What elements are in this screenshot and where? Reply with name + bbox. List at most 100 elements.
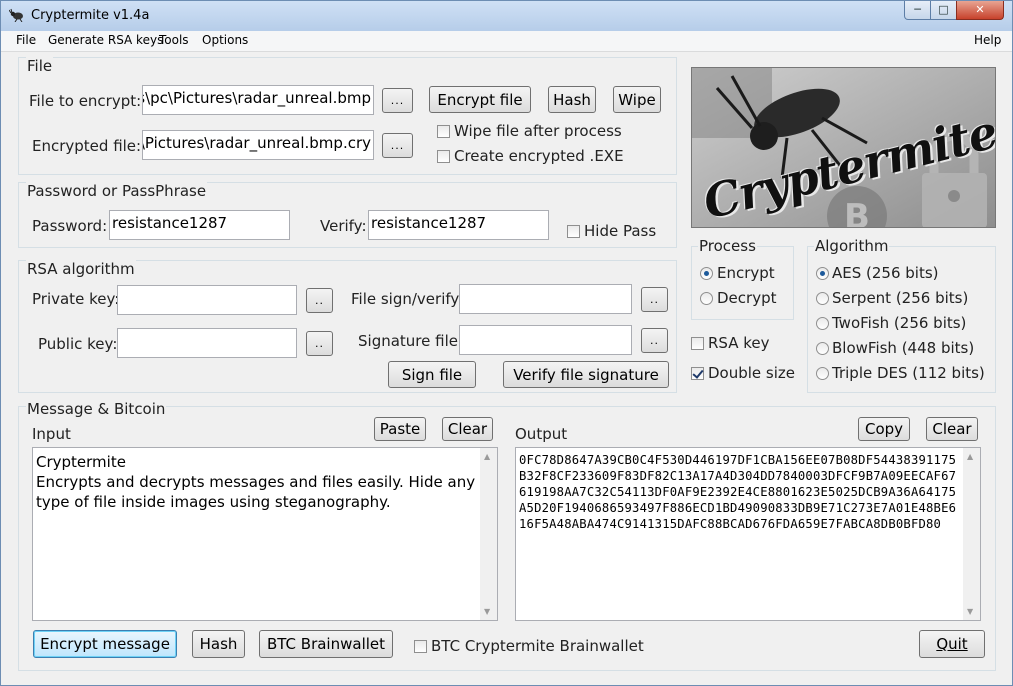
create-exe-label: Create encrypted .EXE <box>454 147 624 165</box>
menu-generate-rsa-keys[interactable]: Generate RSA keys <box>48 33 163 47</box>
password-label: Password: <box>32 217 108 235</box>
output-label: Output <box>515 425 568 443</box>
encrypted-file-label: Encrypted file: <box>32 137 142 155</box>
btc-brainwallet-button[interactable]: BTC Brainwallet <box>259 630 393 658</box>
input-clear-button[interactable]: Clear <box>442 417 493 441</box>
create-exe-checkbox[interactable] <box>437 150 450 163</box>
browse-signature-button[interactable]: .. <box>641 328 668 353</box>
public-key-label: Public key: <box>38 335 118 353</box>
maximize-icon: □ <box>938 3 949 16</box>
hide-pass-label: Hide Pass <box>584 222 657 240</box>
copy-button[interactable]: Copy <box>858 417 910 441</box>
btc-cryptermite-label: BTC Cryptermite Brainwallet <box>431 637 644 655</box>
public-key-input[interactable] <box>117 328 297 358</box>
rsa-key-checkbox[interactable] <box>691 337 704 350</box>
file-sign-label: File sign/verify: <box>351 290 464 308</box>
scroll-up-icon[interactable]: ▲ <box>967 452 973 461</box>
algo-serpent-label: Serpent (256 bits) <box>832 289 969 307</box>
maximize-button[interactable]: □ <box>930 1 957 20</box>
minimize-icon: ─ <box>914 3 921 16</box>
algo-tripledes-radio[interactable] <box>816 367 829 380</box>
browse-public-key-button[interactable]: .. <box>306 331 333 356</box>
output-clear-button[interactable]: Clear <box>926 417 978 441</box>
scroll-up-icon[interactable]: ▲ <box>484 452 490 461</box>
algo-blowfish-label: BlowFish (448 bits) <box>832 339 975 357</box>
browse-encrypted-button[interactable]: ... <box>382 133 413 158</box>
title-bar[interactable]: Cryptermite v1.4a ─ □ ✕ <box>1 1 1012 31</box>
signature-file-input[interactable] <box>459 325 632 355</box>
verify-signature-button[interactable]: Verify file signature <box>503 361 669 388</box>
browse-private-key-label: .. <box>315 294 324 307</box>
algo-twofish-label: TwoFish (256 bits) <box>832 314 967 332</box>
algo-aes-radio[interactable] <box>816 267 829 280</box>
scroll-down-icon[interactable]: ▼ <box>484 607 490 616</box>
menu-bar: File Generate RSA keys Tools Options Hel… <box>1 31 1012 52</box>
wipe-after-checkbox[interactable] <box>437 125 450 138</box>
wipe-button[interactable]: Wipe <box>613 86 661 113</box>
algorithm-group-title: Algorithm <box>814 237 890 255</box>
menu-help[interactable]: Help <box>974 33 1001 47</box>
rsa-group-title: RSA algorithm <box>26 260 136 278</box>
paste-button[interactable]: Paste <box>374 417 426 441</box>
main-window: Cryptermite v1.4a ─ □ ✕ File Generate RS… <box>0 0 1013 686</box>
sign-file-button[interactable]: Sign file <box>388 361 476 388</box>
quit-button[interactable]: Quit <box>919 630 985 658</box>
process-group-title: Process <box>698 237 757 255</box>
browse-file-label: ... <box>390 94 405 107</box>
algo-blowfish-radio[interactable] <box>816 342 829 355</box>
scroll-down-icon[interactable]: ▼ <box>967 607 973 616</box>
btc-cryptermite-checkbox[interactable] <box>414 640 427 653</box>
signature-file-label: Signature file: <box>358 332 464 350</box>
minimize-button[interactable]: ─ <box>904 1 931 20</box>
double-size-label: Double size <box>708 364 796 382</box>
file-to-encrypt-label: File to encrypt: <box>29 92 142 110</box>
password-input[interactable]: resistance1287 <box>109 210 290 240</box>
output-text: 0FC78D8647A39CB0C4F530D446197DF1CBA156EE… <box>519 453 957 531</box>
process-encrypt-label: Encrypt <box>717 264 775 282</box>
termite-app-icon <box>9 8 23 22</box>
process-decrypt-label: Decrypt <box>717 289 777 307</box>
private-key-input[interactable] <box>117 285 297 315</box>
double-size-checkbox[interactable] <box>691 367 704 380</box>
algo-serpent-radio[interactable] <box>816 292 829 305</box>
browse-encrypted-label: ... <box>390 139 405 152</box>
browse-file-button[interactable]: ... <box>382 88 413 113</box>
encrypt-message-button[interactable]: Encrypt message <box>33 630 177 658</box>
verify-input[interactable]: resistance1287 <box>368 210 549 240</box>
algo-twofish-radio[interactable] <box>816 317 829 330</box>
browse-private-key-button[interactable]: .. <box>306 288 333 313</box>
encrypted-file-input[interactable]: C:\Users\pc\Pictures\radar_unreal.bmp.cr… <box>142 130 374 160</box>
verify-label: Verify: <box>320 217 367 235</box>
browse-signature-label: .. <box>650 334 659 347</box>
input-scrollbar[interactable]: ▲ ▼ <box>480 448 497 620</box>
browse-public-key-label: .. <box>315 337 324 350</box>
hash-file-button[interactable]: Hash <box>548 86 596 113</box>
wipe-after-label: Wipe file after process <box>454 122 622 140</box>
process-decrypt-radio[interactable] <box>700 292 713 305</box>
message-group-title: Message & Bitcoin <box>26 400 167 418</box>
output-textarea[interactable]: 0FC78D8647A39CB0C4F530D446197DF1CBA156EE… <box>515 447 981 621</box>
browse-file-sign-label: .. <box>650 293 659 306</box>
input-text: Cryptermite Encrypts and decrypts messag… <box>36 453 476 511</box>
hash-message-button[interactable]: Hash <box>192 630 245 658</box>
menu-options[interactable]: Options <box>202 33 248 47</box>
output-scrollbar[interactable]: ▲ ▼ <box>963 448 980 620</box>
menu-file[interactable]: File <box>16 33 36 47</box>
rsa-key-label: RSA key <box>708 334 770 352</box>
password-group-title: Password or PassPhrase <box>26 182 208 200</box>
browse-file-sign-button[interactable]: .. <box>641 287 668 312</box>
window-title: Cryptermite v1.4a <box>31 8 150 23</box>
input-label: Input <box>32 425 71 443</box>
encrypt-file-button[interactable]: Encrypt file <box>429 86 531 113</box>
algo-aes-label: AES (256 bits) <box>832 264 939 282</box>
close-icon: ✕ <box>975 3 985 16</box>
menu-tools[interactable]: Tools <box>159 33 189 47</box>
cryptermite-logo: B Cryptermite <box>691 67 996 228</box>
hide-pass-checkbox[interactable] <box>567 225 580 238</box>
process-group <box>691 246 794 320</box>
process-encrypt-radio[interactable] <box>700 267 713 280</box>
close-button[interactable]: ✕ <box>956 1 1004 20</box>
file-to-encrypt-input[interactable]: C:\Users\pc\Pictures\radar_unreal.bmp <box>142 85 374 115</box>
input-textarea[interactable]: Cryptermite Encrypts and decrypts messag… <box>32 447 498 621</box>
file-sign-input[interactable] <box>459 284 632 314</box>
